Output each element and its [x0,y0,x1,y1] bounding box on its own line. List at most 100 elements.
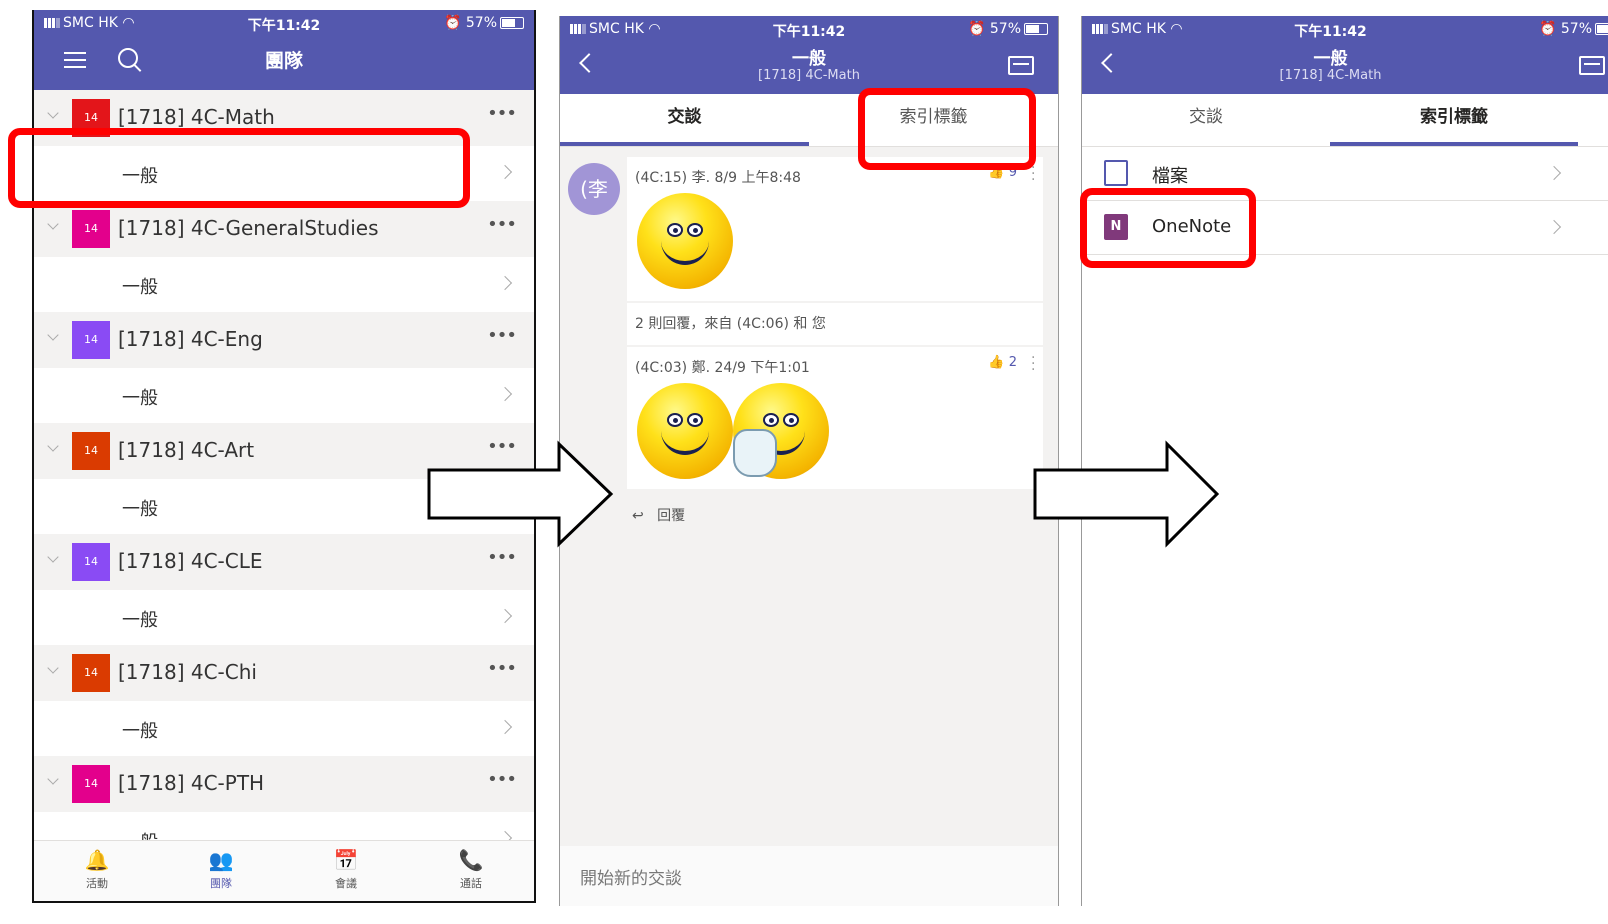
channel-title: 一般 [792,49,826,69]
replies-summary[interactable]: 2 則回覆，來自 (4C:06) 和 您 [627,303,1043,345]
highlight-tabs-tab [858,88,1036,170]
collapse-caret-icon[interactable] [47,218,59,230]
new-conversation-bar[interactable]: 開始新的交談 [560,846,1058,906]
channel-name: 一般 [122,721,158,742]
channel-name: 一般 [122,388,158,409]
more-options-icon[interactable]: ••• [487,547,517,568]
teams-icon: 👥 [208,848,234,872]
team-row[interactable]: 14 [1718] 4C-Eng ••• [34,312,534,368]
status-bar: SMC HK ◠ 下午11:42 ⏰ 57% [34,10,534,36]
team-name: [1718] 4C-PTH [118,771,265,795]
phone-icon: 📞 [458,848,484,872]
collapse-caret-icon[interactable] [47,662,59,674]
tab-activity[interactable]: 🔔 活動 [62,847,132,891]
files-icon [1104,160,1128,186]
tab-item-label: 檔案 [1152,166,1188,187]
tab-meetings[interactable]: 📅 會議 [311,847,381,891]
message-post[interactable]: (4C:15) 李. 8/9 上午8:48 👍 9 · · · [627,157,1043,301]
bell-icon: 🔔 [84,848,110,872]
tab-label: 活動 [86,877,108,890]
app-header: SMC HK ◠ 下午11:42 ⏰ 57% 團隊 [34,10,534,90]
team-name: [1718] 4C-GeneralStudies [118,216,379,240]
chevron-right-icon [497,275,513,291]
reply-button[interactable]: ↩ 回覆 [632,505,685,525]
tab-label: 會議 [335,877,357,890]
more-options-icon[interactable]: · · · [1031,351,1035,377]
battery-label: 57% [465,15,497,31]
team-name: [1718] 4C-Art [118,438,255,462]
collapse-caret-icon[interactable] [47,329,59,341]
channel-row[interactable]: 一般 [34,257,534,312]
more-options-icon[interactable]: ••• [487,214,517,235]
thumbs-up-icon: 👍 [988,355,1005,370]
chevron-right-icon [497,164,513,180]
more-options-icon[interactable]: ••• [487,769,517,790]
tab-conversations[interactable]: 交談 [560,94,809,146]
compose-icon[interactable] [1579,56,1605,75]
team-name: [1718] 4C-Math [118,105,275,129]
tab-calls[interactable]: 📞 通話 [436,847,506,891]
message-meta: (4C:03) 鄭. 24/9 下午1:01 [635,360,810,376]
message-post[interactable]: (4C:03) 鄭. 24/9 下午1:01 👍 2 · · · [627,347,1043,489]
collapse-caret-icon[interactable] [47,440,59,452]
team-avatar: 14 [72,765,110,803]
team-avatar: 14 [72,654,110,692]
battery-label: 57% [1560,21,1592,37]
team-subtitle: [1718] 4C-Math [758,68,860,83]
calendar-icon: 📅 [333,848,359,872]
channel-title: 一般 [1313,49,1348,69]
more-options-icon[interactable]: ••• [487,658,517,679]
channel-row[interactable]: 一般 [34,590,534,645]
chevron-right-icon [497,386,513,402]
tab-conversations[interactable]: 交談 [1082,94,1330,146]
team-row[interactable]: 14 [1718] 4C-GeneralStudies ••• [34,201,534,257]
hand-icon [733,429,777,477]
team-name: [1718] 4C-Eng [118,327,263,351]
more-options-icon[interactable]: · · · [1031,161,1035,187]
battery-icon [1024,23,1048,35]
team-row[interactable]: 14 [1718] 4C-Chi ••• [34,645,534,701]
app-header: SMC HK ◠ 下午11:42 ⏰ 57% 一般 [1718] 4C-Math [560,16,1058,94]
chevron-right-icon [497,719,513,735]
alarm-icon: ⏰ [967,21,986,37]
team-avatar: 14 [72,432,110,470]
status-bar: SMC HK ◠ 下午11:42 ⏰ 57% [1082,16,1608,42]
battery-icon [1595,23,1608,35]
status-bar: SMC HK ◠ 下午11:42 ⏰ 57% [560,16,1058,42]
clock: 下午11:42 [1294,24,1367,40]
compose-icon[interactable] [1008,56,1034,75]
conversation-feed: (李 (4C:15) 李. 8/9 上午8:48 👍 9 · · · 2 則回覆，來… [560,147,1058,906]
tab-label: 通話 [460,877,482,890]
new-conversation-input[interactable]: 開始新的交談 [580,864,682,889]
collapse-caret-icon[interactable] [47,107,59,119]
replies-text: 2 則回覆，來自 (4C:06) 和 您 [635,316,826,332]
alarm-icon: ⏰ [443,15,462,31]
collapse-caret-icon[interactable] [47,773,59,785]
highlight-onenote-item [1080,188,1256,268]
team-avatar: 14 [72,321,110,359]
channel-name: 一般 [122,610,158,631]
chevron-right-icon [1546,219,1562,235]
smiley-emoticon-icon [637,193,733,289]
channel-row[interactable]: 一般 [34,701,534,756]
alarm-icon: ⏰ [1538,21,1557,37]
more-options-icon[interactable]: ••• [487,325,517,346]
app-header: SMC HK ◠ 下午11:42 ⏰ 57% 一般 [1718] 4C-Math [1082,16,1608,94]
team-avatar: 14 [72,543,110,581]
channel-row[interactable]: 一般 [34,368,534,423]
channel-name: 一般 [122,499,158,520]
like-count[interactable]: 👍 2 [988,355,1017,370]
more-options-icon[interactable]: ••• [487,103,517,124]
collapse-caret-icon[interactable] [47,551,59,563]
team-name: [1718] 4C-CLE [118,549,263,573]
team-row[interactable]: 14 [1718] 4C-PTH ••• [34,756,534,812]
tab-teams[interactable]: 👥 團隊 [186,847,256,891]
battery-label: 57% [989,21,1021,37]
tab-tabs[interactable]: 索引標籤 [1330,94,1578,146]
page-title: 團隊 [264,50,303,72]
reply-arrow-icon: ↩ [632,508,644,524]
team-avatar: 14 [72,210,110,248]
smiley-emoticon-icon [637,383,733,479]
tab-label: 團隊 [210,877,232,890]
avatar[interactable]: (李 [568,163,620,215]
